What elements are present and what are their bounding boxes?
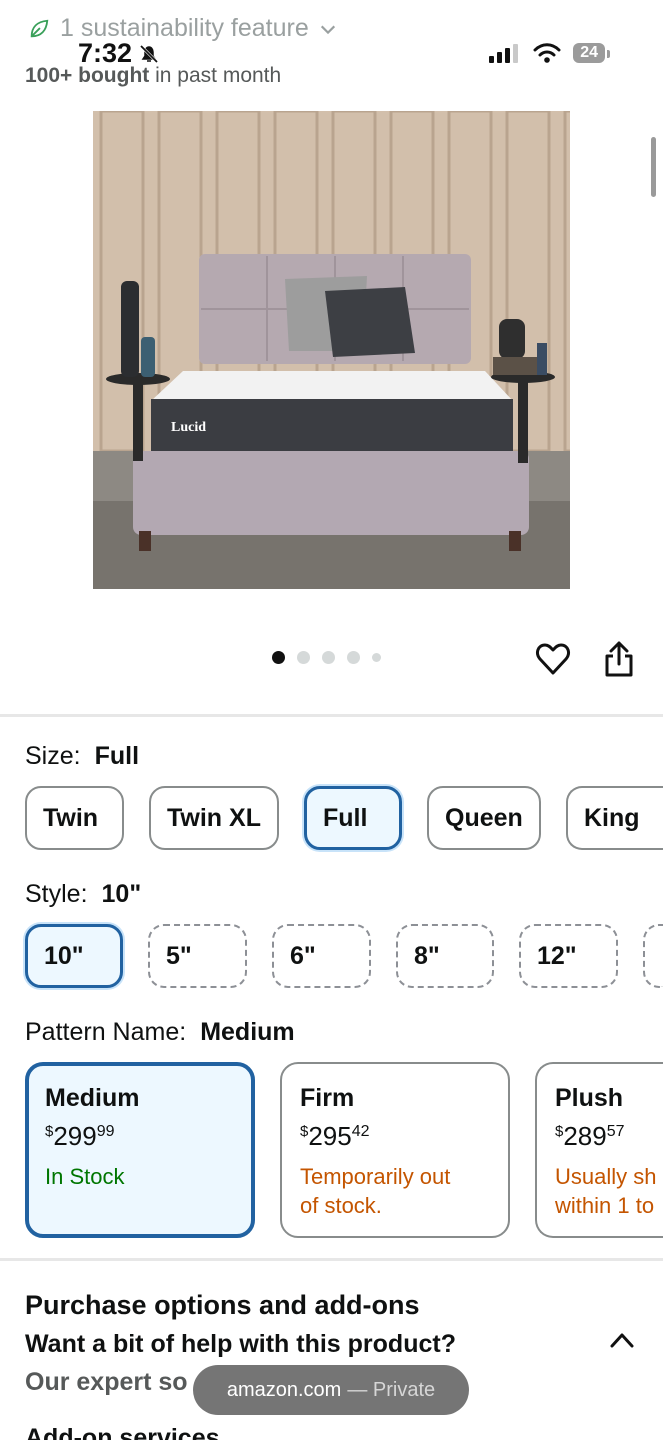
section-divider xyxy=(0,1258,663,1261)
style-selected: 10" xyxy=(101,880,142,908)
style-option-8in[interactable]: 8" xyxy=(396,924,494,988)
price-cents: 57 xyxy=(606,1123,625,1140)
style-option-10in[interactable]: 10" xyxy=(25,924,123,988)
bought-in-past-month: 100+ bought in past month xyxy=(25,64,281,88)
size-selected: Full xyxy=(94,742,140,770)
addon-services-heading: Add-on services xyxy=(25,1424,220,1440)
leaf-icon xyxy=(30,19,49,37)
size-option-full[interactable]: Full xyxy=(304,786,402,850)
carousel-dot[interactable] xyxy=(347,651,360,664)
carousel-dot[interactable] xyxy=(297,651,310,664)
price-cents: 42 xyxy=(351,1123,370,1140)
style-label: Style: xyxy=(25,880,88,908)
size-option-king[interactable]: King xyxy=(566,786,663,850)
style-option-more[interactable] xyxy=(643,924,663,988)
pattern-label-row: Pattern Name: Medium xyxy=(25,1018,295,1047)
wifi-icon xyxy=(533,43,561,63)
purchase-options-title: Purchase options and add-ons xyxy=(25,1290,420,1320)
product-image[interactable]: Lucid xyxy=(93,111,570,589)
pattern-option-medium[interactable]: Medium $29999 In Stock xyxy=(25,1062,255,1238)
availability-text-2: of stock. xyxy=(300,1193,382,1218)
availability-text-2: within 1 to xyxy=(555,1193,655,1218)
pattern-name: Medium xyxy=(45,1084,140,1112)
style-option-6in[interactable]: 6" xyxy=(272,924,371,988)
size-option-twin-xl[interactable]: Twin XL xyxy=(149,786,279,850)
pattern-price: $29542 xyxy=(300,1121,490,1152)
sustainability-feature-toggle[interactable]: 1 sustainability feature xyxy=(28,14,337,43)
image-carousel-dots[interactable] xyxy=(272,651,381,664)
availability-text: Usually sh xyxy=(555,1164,657,1189)
style-option-12in[interactable]: 12" xyxy=(519,924,618,988)
battery-indicator: 24 xyxy=(573,43,610,63)
size-label: Size: xyxy=(25,742,81,770)
pattern-option-plush[interactable]: Plush $28957 Usually sh within 1 to xyxy=(535,1062,663,1238)
status-indicators: 24 xyxy=(489,42,610,64)
chevron-down-icon xyxy=(320,25,335,34)
availability-text: In Stock xyxy=(45,1164,125,1189)
cellular-signal-icon xyxy=(489,44,519,63)
price-dollars: 289 xyxy=(563,1121,607,1151)
browser-address-pill[interactable]: amazon.com — Private xyxy=(193,1365,469,1415)
bought-count: 100+ bought xyxy=(25,64,150,87)
size-label-row: Size: Full xyxy=(25,742,139,771)
page-scrollbar[interactable] xyxy=(651,137,656,197)
chevron-up-icon[interactable] xyxy=(608,1328,636,1352)
bought-suffix: in past month xyxy=(155,64,282,87)
help-question[interactable]: Want a bit of help with this product? xyxy=(25,1330,456,1359)
pattern-selected: Medium xyxy=(200,1018,295,1046)
bell-slash-icon xyxy=(139,44,159,63)
browser-private-mode: — Private xyxy=(347,1378,436,1401)
carousel-dot[interactable] xyxy=(322,651,335,664)
price-cents: 99 xyxy=(96,1123,115,1140)
heart-icon[interactable] xyxy=(535,641,571,677)
size-option-queen[interactable]: Queen xyxy=(427,786,541,850)
pattern-option-firm[interactable]: Firm $29542 Temporarily out of stock. xyxy=(280,1062,510,1238)
price-dollars: 299 xyxy=(53,1121,97,1151)
price-dollars: 295 xyxy=(308,1121,352,1151)
availability-text: Temporarily out xyxy=(300,1164,451,1189)
mattress-brand-label: Lucid xyxy=(171,420,206,435)
mattress-illustration: Lucid xyxy=(93,111,570,589)
pattern-label: Pattern Name: xyxy=(25,1018,187,1046)
pattern-name: Firm xyxy=(300,1084,355,1112)
browser-domain: amazon.com xyxy=(226,1378,342,1401)
share-icon[interactable] xyxy=(603,640,635,678)
style-option-5in[interactable]: 5" xyxy=(148,924,247,988)
section-divider xyxy=(0,714,663,717)
pattern-price: $29999 xyxy=(45,1121,235,1152)
style-label-row: Style: 10" xyxy=(25,880,141,909)
pattern-name: Plush xyxy=(555,1084,624,1112)
expert-text: Our expert so xyxy=(25,1368,188,1396)
carousel-dot[interactable] xyxy=(272,651,285,664)
size-option-twin[interactable]: Twin xyxy=(25,786,124,850)
carousel-dot[interactable] xyxy=(372,653,381,662)
pattern-price: $28957 xyxy=(555,1121,645,1152)
